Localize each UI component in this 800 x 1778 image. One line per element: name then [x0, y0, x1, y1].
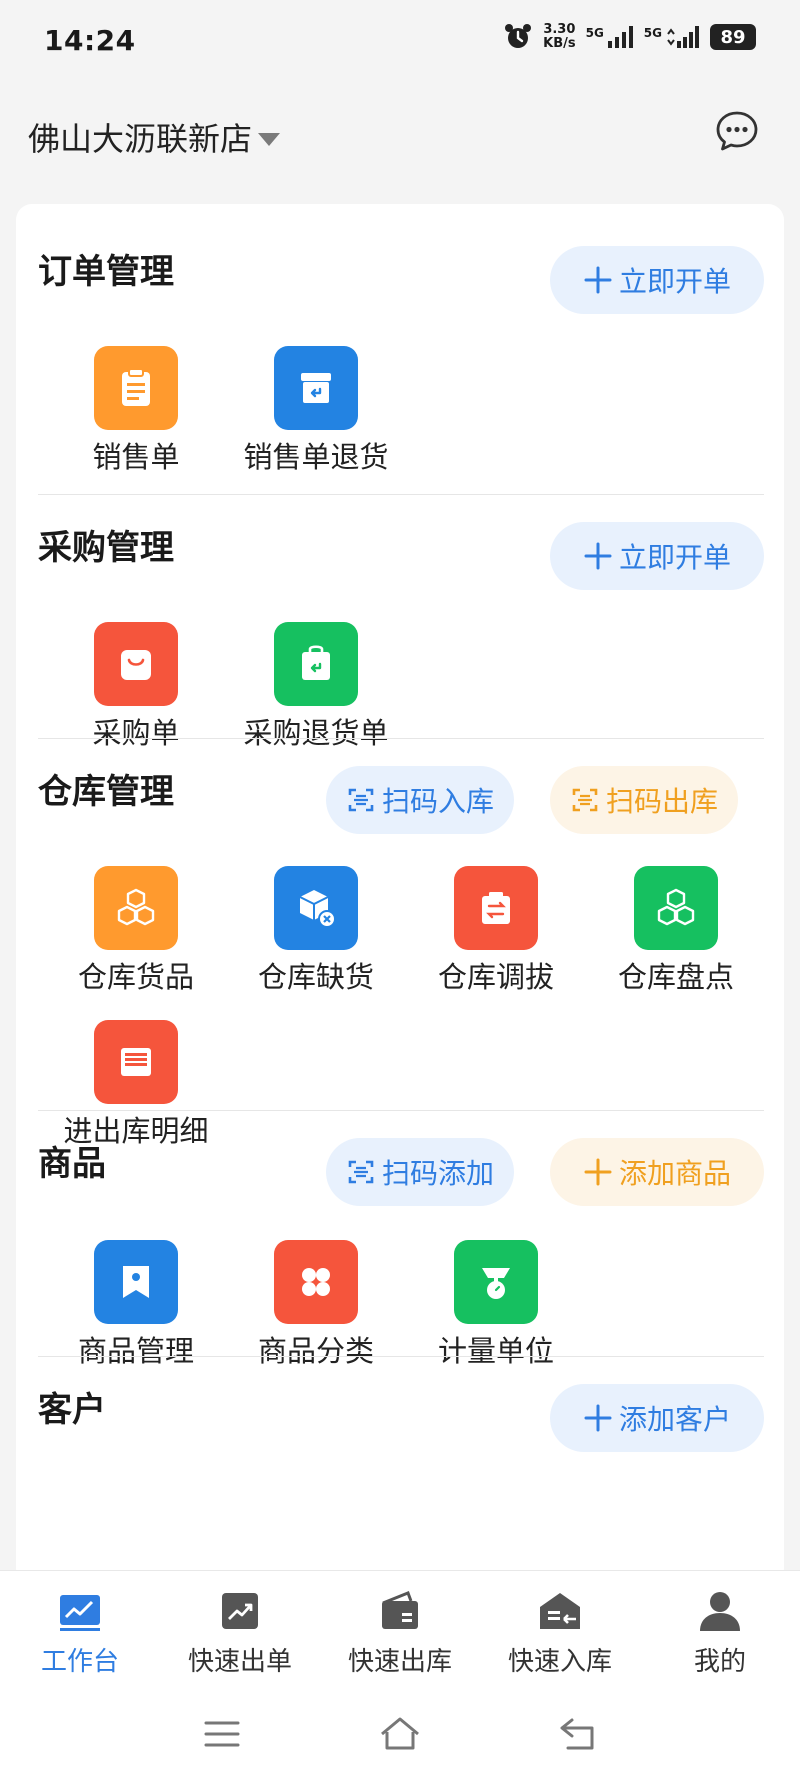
section-warehouse: 仓库管理 扫码入库 扫码出库 仓库货品 仓库缺货 仓库调拔 仓库盘点 进出库明细 — [16, 738, 784, 1148]
workbench-card: 订单管理 立即开单 销售单 销售单退货 采购管理 立即开单 采购单 采购退货单 … — [16, 204, 784, 1584]
tile-sales-return[interactable]: 销售单退货 — [226, 346, 406, 476]
section-purchase: 采购管理 立即开单 采购单 采购退货单 — [16, 494, 784, 750]
alarm-icon — [505, 24, 532, 48]
tile-goods-manage[interactable]: 商品管理 — [46, 1240, 226, 1370]
scan-out-button[interactable]: 扫码出库 — [550, 766, 738, 834]
menu-icon[interactable] — [198, 1710, 246, 1758]
section-order: 订单管理 立即开单 销售单 销售单退货 — [16, 204, 784, 494]
nav-quick-order[interactable]: 快速出单 — [160, 1589, 320, 1679]
status-time: 14:24 — [44, 24, 136, 57]
tile-purchase-order[interactable]: 采购单 — [46, 622, 226, 752]
section-title: 仓库管理 — [38, 772, 174, 812]
plus-icon — [584, 1158, 612, 1186]
signal-bars-icon — [667, 26, 699, 48]
boxes-icon — [94, 866, 178, 950]
scan-icon — [348, 1160, 374, 1184]
nav-workbench[interactable]: 工作台 — [0, 1589, 160, 1679]
store-name: 佛山大沥联新店 — [28, 120, 253, 158]
back-icon[interactable] — [554, 1710, 602, 1758]
section-title: 商品 — [38, 1144, 106, 1184]
header: 佛山大沥联新店 — [0, 100, 800, 170]
new-order-button[interactable]: 立即开单 — [550, 246, 764, 314]
user-icon — [700, 1592, 740, 1631]
status-icons: 3.30 KB/s 5G 5G 89 — [503, 22, 756, 52]
chart-icon — [60, 1595, 100, 1631]
bottom-nav: 工作台 快速出单 快速出库 快速入库 我的 — [0, 1570, 800, 1690]
shopping-bag-icon — [94, 622, 178, 706]
tile-measure-unit[interactable]: 计量单位 — [406, 1240, 586, 1370]
store-selector[interactable]: 佛山大沥联新店 — [28, 114, 281, 160]
scan-icon — [572, 788, 598, 812]
battery-indicator: 89 — [710, 24, 756, 50]
signal-2: 5G — [644, 26, 700, 48]
bookmark-icon — [94, 1240, 178, 1324]
box-x-icon — [274, 866, 358, 950]
tile-warehouse-stocktake[interactable]: 仓库盘点 — [586, 866, 766, 996]
wallet-icon — [382, 1591, 418, 1629]
plus-icon — [584, 1404, 612, 1432]
tile-sales-order[interactable]: 销售单 — [46, 346, 226, 476]
return-box-icon — [274, 346, 358, 430]
transfer-icon — [454, 866, 538, 950]
nav-mine[interactable]: 我的 — [640, 1589, 800, 1679]
nav-quick-inbound[interactable]: 快速入库 — [480, 1589, 640, 1679]
section-title: 订单管理 — [38, 252, 174, 292]
plus-icon — [584, 542, 612, 570]
grid-icon — [274, 1240, 358, 1324]
add-customer-button[interactable]: 添加客户 — [550, 1384, 764, 1452]
signal-bars-icon — [607, 26, 633, 48]
signal-1: 5G — [586, 26, 634, 48]
return-bag-icon — [274, 622, 358, 706]
tile-goods-category[interactable]: 商品分类 — [226, 1240, 406, 1370]
section-goods: 商品 扫码添加 添加商品 商品管理 商品分类 计量单位 — [16, 1110, 784, 1368]
tile-warehouse-transfer[interactable]: 仓库调拔 — [406, 866, 586, 996]
section-customer: 客户 添加客户 — [16, 1356, 784, 1584]
home-icon[interactable] — [376, 1710, 424, 1758]
tile-warehouse-shortage[interactable]: 仓库缺货 — [226, 866, 406, 996]
new-purchase-button[interactable]: 立即开单 — [550, 522, 764, 590]
scan-add-button[interactable]: 扫码添加 — [326, 1138, 514, 1206]
boxes-icon — [634, 866, 718, 950]
tile-purchase-return[interactable]: 采购退货单 — [226, 622, 406, 752]
warehouse-icon — [540, 1593, 580, 1629]
nav-quick-outbound[interactable]: 快速出库 — [320, 1589, 480, 1679]
trend-icon — [222, 1593, 258, 1629]
scan-icon — [348, 788, 374, 812]
clipboard-icon — [94, 346, 178, 430]
chat-icon[interactable] — [714, 108, 760, 154]
add-goods-button[interactable]: 添加商品 — [550, 1138, 764, 1206]
caret-down-icon — [258, 132, 281, 146]
plus-icon — [584, 266, 612, 294]
section-title: 客户 — [38, 1390, 106, 1430]
section-title: 采购管理 — [38, 528, 174, 568]
scale-icon — [454, 1240, 538, 1324]
printer-icon — [94, 1020, 178, 1104]
status-bar: 14:24 3.30 KB/s 5G 5G 89 — [0, 0, 800, 86]
scan-in-button[interactable]: 扫码入库 — [326, 766, 514, 834]
net-speed: 3.30 KB/s — [543, 22, 576, 51]
system-nav-bar — [0, 1690, 800, 1778]
tile-warehouse-goods[interactable]: 仓库货品 — [46, 866, 226, 996]
